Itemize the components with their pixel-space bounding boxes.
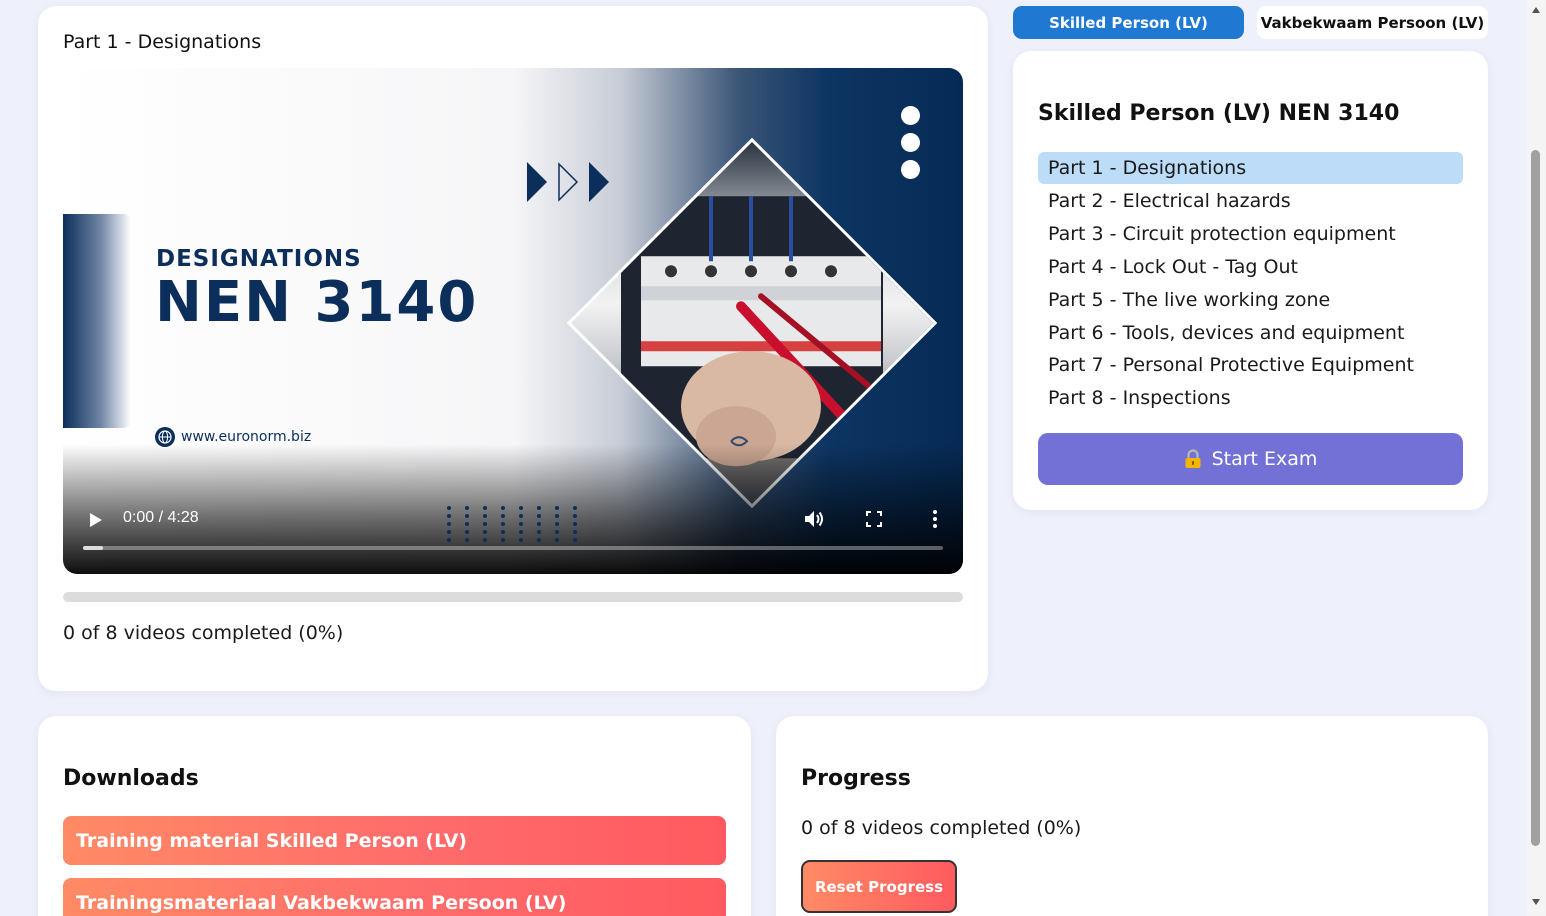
part-item[interactable]: Part 2 - Electrical hazards: [1038, 185, 1463, 218]
parts-title: Skilled Person (LV) NEN 3140: [1038, 101, 1400, 126]
parts-card: Skilled Person (LV) NEN 3140 Part 1 - De…: [1013, 51, 1488, 510]
lock-icon: [1185, 449, 1201, 468]
start-exam-button[interactable]: Start Exam: [1038, 433, 1463, 485]
part-item[interactable]: Part 6 - Tools, devices and equipment: [1038, 316, 1463, 349]
scroll-up-icon[interactable]: [1531, 6, 1541, 14]
thumbnail-accent-bar: [63, 214, 131, 428]
progress-card: Progress 0 of 8 videos completed (0%) Re…: [776, 716, 1488, 916]
start-exam-label: Start Exam: [1211, 448, 1318, 470]
tab-vakbekwaam-persoon[interactable]: Vakbekwaam Persoon (LV): [1257, 6, 1488, 39]
main-progress-text: 0 of 8 videos completed (0%): [63, 622, 344, 644]
part-item[interactable]: Part 7 - Personal Protective Equipment: [1038, 349, 1463, 382]
main-progress-bar: [63, 592, 963, 602]
scrollbar-thumb[interactable]: [1531, 150, 1540, 846]
scroll-down-icon[interactable]: [1531, 898, 1541, 906]
video-seek-fill: [83, 546, 103, 550]
play-icon[interactable]: [85, 510, 105, 530]
video-card: Part 1 - Designations DESIGNATIONS NEN 3…: [38, 6, 988, 691]
part-item[interactable]: Part 1 - Designations: [1038, 152, 1463, 184]
part-item[interactable]: Part 3 - Circuit protection equipment: [1038, 218, 1463, 251]
progress-text: 0 of 8 videos completed (0%): [801, 817, 1082, 839]
thumbnail-heading: DESIGNATIONS: [156, 246, 362, 272]
volume-icon[interactable]: [803, 508, 825, 530]
video-seek-bar[interactable]: [83, 546, 943, 550]
thumbnail-subheading: NEN 3140: [155, 270, 479, 335]
part-item[interactable]: Part 8 - Inspections: [1038, 382, 1463, 415]
parts-list: Part 1 - Designations Part 2 - Electrica…: [1038, 152, 1463, 415]
part-item[interactable]: Part 4 - Lock Out - Tag Out: [1038, 251, 1463, 284]
video-player[interactable]: DESIGNATIONS NEN 3140 www.euronorm.biz 0…: [63, 68, 963, 574]
page-scrollbar[interactable]: [1527, 0, 1546, 916]
thumbnail-url-text: www.euronorm.biz: [181, 429, 312, 445]
part-item[interactable]: Part 5 - The live working zone: [1038, 283, 1463, 316]
video-title: Part 1 - Designations: [63, 31, 262, 53]
downloads-title: Downloads: [63, 766, 199, 791]
download-skilled-person-button[interactable]: Training material Skilled Person (LV): [63, 816, 726, 865]
download-vakbekwaam-persoon-button[interactable]: Trainingsmateriaal Vakbekwaam Persoon (L…: [63, 878, 726, 916]
tab-skilled-person[interactable]: Skilled Person (LV): [1013, 6, 1244, 39]
downloads-card: Downloads Training material Skilled Pers…: [38, 716, 751, 916]
arrows-decoration-icon: [527, 162, 609, 202]
more-options-icon[interactable]: [925, 508, 945, 530]
video-time: 0:00 / 4:28: [123, 509, 199, 526]
progress-title: Progress: [801, 766, 911, 791]
dots-decoration-icon: [901, 106, 920, 187]
fullscreen-icon[interactable]: [864, 509, 884, 529]
video-controls: 0:00 / 4:28: [63, 494, 963, 574]
reset-progress-button[interactable]: Reset Progress: [801, 860, 957, 913]
